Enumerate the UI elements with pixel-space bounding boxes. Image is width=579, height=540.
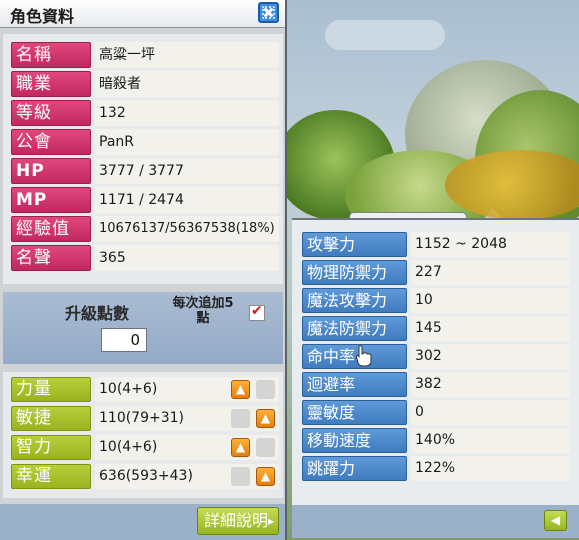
profile-value: 3777 / 3777 [95,158,279,184]
window-title: 角色資料 [10,7,75,26]
ability-points-field: 0 [101,328,147,352]
stat-row-int: 智力 10(4+6) ▲ [11,435,279,460]
detail-label: 攻擊力 [302,232,407,257]
auto-assign-label: 每次追加5 點 [165,296,241,326]
up-arrow-icon: ▲ [235,382,246,396]
up-arrow-icon: ▲ [260,411,271,425]
close-button[interactable] [258,2,279,23]
detail-value: 302 [411,344,570,369]
profile-value: 365 [95,245,279,271]
auto-assign-checkbox[interactable]: ✔ [249,303,265,321]
disabled-slot [256,438,275,457]
profile-value: 1171 / 2474 [95,187,279,213]
profile-row-job: 職業 暗殺者 [11,71,279,97]
auto-assign-label-line: 每次追加5 [172,296,234,311]
increase-int-button[interactable]: ▲ [231,438,250,457]
detail-row: 跳躍力 122% [302,456,570,481]
background-cloud [325,20,445,50]
detail-value: 122% [411,456,570,481]
auto-assign-label-line: 點 [196,311,210,326]
detail-label: 跳躍力 [302,456,407,481]
stat-value: 110(79+31) [95,406,279,431]
stat-label: 力量 [11,377,91,402]
detail-value: 10 [411,288,570,313]
increase-dex-button[interactable]: ▲ [256,409,275,428]
stat-row-luk: 幸運 636(593+43) ▲ [11,464,279,489]
profile-value: PanR [95,129,279,155]
detail-value: 382 [411,372,570,397]
stat-value: 636(593+43) [95,464,279,489]
detail-row: 移動速度 140% [302,428,570,453]
profile-info-section: 名稱 高粱一坪 職業 暗殺者 等級 132 公會 PanR HP 3777 / … [3,34,283,284]
ability-points-label: 升級點數 [65,304,130,323]
detail-value: 227 [411,260,570,285]
detail-window-footer: ◀ [292,505,579,538]
up-arrow-icon: ▲ [235,440,246,454]
profile-value: 10676137/56367538(18%) [95,216,279,242]
detail-row: 攻擊力 1152 ~ 2048 [302,232,570,257]
profile-label: 職業 [11,71,91,97]
stat-label: 智力 [11,435,91,460]
profile-row-guild: 公會 PanR [11,129,279,155]
profile-label: 等級 [11,100,91,126]
details-button-label: 詳細說明 [204,511,269,530]
profile-value: 暗殺者 [95,71,279,97]
increase-luk-button[interactable]: ▲ [256,467,275,486]
profile-label: 公會 [11,129,91,155]
detail-stats-window: 攻擊力 1152 ~ 2048 物理防禦力 227 魔法攻擊力 10 魔法防禦力… [292,218,579,538]
left-panel-footer: 詳細說明 ▸ [0,504,285,540]
profile-label: 經驗值 [11,216,91,242]
profile-label: 名聲 [11,245,91,271]
disabled-slot [231,467,250,486]
stat-value: 10(4+6) [95,435,279,460]
detail-value: 0 [411,400,570,425]
detail-value: 1152 ~ 2048 [411,232,570,257]
checkmark-icon: ✔ [251,303,263,319]
detail-label: 迴避率 [302,372,407,397]
detail-value: 140% [411,428,570,453]
profile-value: 高粱一坪 [95,42,279,68]
detail-row: 命中率 302 [302,344,570,369]
detail-label: 魔法防禦力 [302,316,407,341]
profile-value: 132 [95,100,279,126]
detail-label: 魔法攻擊力 [302,288,407,313]
stat-row-str: 力量 10(4+6) ▲ [11,377,279,402]
detail-value: 145 [411,316,570,341]
detail-label: 靈敏度 [302,400,407,425]
profile-row-fame: 名聲 365 [11,245,279,271]
hand-cursor-icon [355,345,372,367]
profile-row-mp: MP 1171 / 2474 [11,187,279,213]
detail-row: 物理防禦力 227 [302,260,570,285]
arrow-left-icon: ◀ [550,513,561,527]
details-button[interactable]: 詳細說明 ▸ [197,507,279,535]
profile-label: 名稱 [11,42,91,68]
increase-str-button[interactable]: ▲ [231,380,250,399]
base-stats-section: 力量 10(4+6) ▲ 敏捷 110(79+31) ▲ 智力 10(4+6) … [3,372,283,498]
detail-row: 魔法防禦力 145 [302,316,570,341]
up-arrow-icon: ▲ [260,469,271,483]
character-info-window: 角色資料 名稱 高粱一坪 職業 暗殺者 等級 132 公會 PanR HP 37… [0,0,287,540]
profile-row-level: 等級 132 [11,100,279,126]
arrow-right-icon: ▸ [267,514,274,528]
disabled-slot [256,380,275,399]
profile-label: HP [11,158,91,184]
stat-label: 幸運 [11,464,91,489]
collapse-details-button[interactable]: ◀ [544,510,567,531]
detail-label: 物理防禦力 [302,260,407,285]
stat-row-dex: 敏捷 110(79+31) ▲ [11,406,279,431]
profile-label: MP [11,187,91,213]
detail-label: 移動速度 [302,428,407,453]
detail-row: 迴避率 382 [302,372,570,397]
detail-row: 魔法攻擊力 10 [302,288,570,313]
profile-row-name: 名稱 高粱一坪 [11,42,279,68]
detail-row: 靈敏度 0 [302,400,570,425]
window-titlebar[interactable]: 角色資料 [0,0,285,28]
stat-label: 敏捷 [11,406,91,431]
stat-value: 10(4+6) [95,377,279,402]
profile-row-exp: 經驗值 10676137/56367538(18%) [11,216,279,242]
ability-points-section: 升級點數 0 每次追加5 點 ✔ [3,292,283,364]
profile-row-hp: HP 3777 / 3777 [11,158,279,184]
disabled-slot [231,409,250,428]
